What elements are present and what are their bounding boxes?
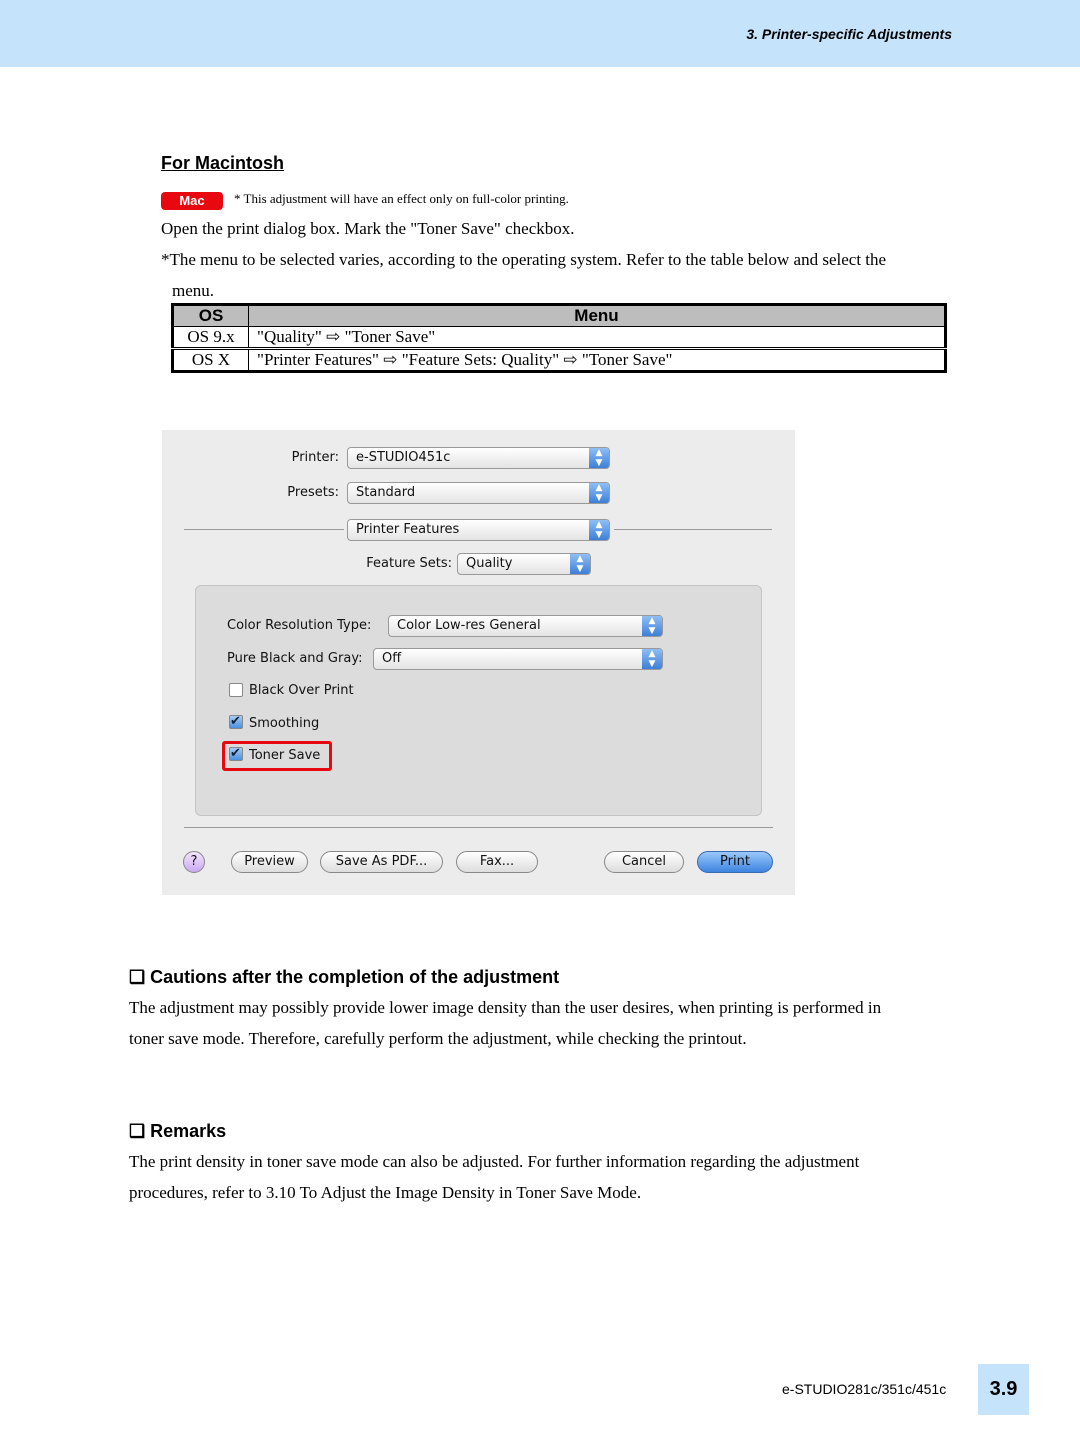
color-resolution-label: Color Resolution Type: (227, 618, 372, 633)
remarks-title: Remarks (150, 1121, 227, 1141)
printer-label: Printer: (291, 450, 339, 465)
panel-value: Printer Features (356, 522, 460, 537)
column-header-os: OS (172, 304, 249, 327)
black-over-print-label: Black Over Print (249, 683, 354, 698)
pure-black-gray-label: Pure Black and Gray: (227, 651, 363, 666)
print-dialog-screenshot: Printer: e-STUDIO451c ▲ ▼ Presets: Standar… (162, 430, 795, 895)
popup-arrows-icon: ▲ ▼ (642, 649, 662, 669)
save-as-pdf-button[interactable]: Save As PDF... (320, 851, 443, 873)
color-resolution-select[interactable]: Color Low-res General ▲ ▼ (388, 615, 663, 637)
checkmark-icon: ✔ (230, 714, 241, 729)
smoothing-checkbox[interactable]: ✔ (229, 715, 243, 729)
printer-value: e-STUDIO451c (356, 450, 451, 465)
section-title-macintosh: For Macintosh (161, 153, 285, 173)
cautions-heading: ❑ Cautions after the completion of the a… (129, 967, 559, 988)
feature-sets-select[interactable]: Quality ▲ ▼ (457, 553, 591, 575)
print-button[interactable]: Print (697, 851, 773, 873)
popup-arrows-icon: ▲ ▼ (589, 448, 609, 468)
divider (184, 529, 344, 530)
preview-button[interactable]: Preview (231, 851, 308, 873)
remarks-text-cont: procedures, refer to 3.10 To Adjust the … (129, 1183, 642, 1202)
menu-note: *The menu to be selected varies, accordi… (161, 250, 887, 269)
instruction-text: Open the print dialog box. Mark the "Ton… (161, 219, 575, 238)
presets-label: Presets: (287, 485, 339, 500)
full-color-note: * This adjustment will have an effect on… (234, 191, 569, 206)
popup-arrows-icon: ▲ ▼ (589, 483, 609, 503)
remarks-text: The print density in toner save mode can… (129, 1152, 860, 1171)
remarks-heading: ❑ Remarks (129, 1121, 226, 1142)
table-row: OS 9.x "Quality" ⇨ "Toner Save" (172, 326, 946, 349)
cautions-text: The adjustment may possibly provide lowe… (129, 998, 882, 1017)
column-header-menu: Menu (248, 304, 946, 327)
popup-arrows-icon: ▲ ▼ (570, 554, 590, 574)
cautions-text-cont: toner save mode. Therefore, carefully pe… (129, 1029, 747, 1048)
panel-select[interactable]: Printer Features ▲ ▼ (347, 519, 610, 541)
toner-save-label: Toner Save (249, 748, 321, 763)
footer-model: e-STUDIO281c/351c/451c (782, 1381, 947, 1397)
presets-value: Standard (356, 485, 416, 500)
printer-select[interactable]: e-STUDIO451c ▲ ▼ (347, 447, 610, 469)
popup-arrows-icon: ▲ ▼ (642, 616, 662, 636)
pure-black-gray-select[interactable]: Off ▲ ▼ (373, 648, 663, 670)
help-button[interactable]: ? (183, 851, 205, 873)
mac-badge: Mac (161, 192, 223, 210)
toner-save-checkbox[interactable]: ✔ (229, 747, 243, 761)
cautions-title: Cautions after the completion of the adj… (150, 967, 560, 987)
chapter-title: 3. Printer-specific Adjustments (746, 26, 952, 42)
page-header: 3. Printer-specific Adjustments (0, 0, 1080, 67)
presets-select[interactable]: Standard ▲ ▼ (347, 482, 610, 504)
divider (614, 529, 772, 530)
color-resolution-value: Color Low-res General (397, 618, 541, 633)
feature-sets-label: Feature Sets: (366, 556, 452, 571)
menu-note-cont: menu. (172, 281, 215, 300)
popup-arrows-icon: ▲ ▼ (589, 520, 609, 540)
feature-sets-value: Quality (466, 556, 513, 571)
fax-button[interactable]: Fax... (456, 851, 538, 873)
os-cell: OS 9.x (172, 326, 249, 349)
menu-cell: "Quality" ⇨ "Toner Save" (248, 326, 946, 349)
page-number: 3.9 (978, 1364, 1029, 1415)
black-over-print-checkbox[interactable] (229, 683, 243, 697)
smoothing-label: Smoothing (249, 716, 320, 731)
checkbox-bullet-icon: ❑ (129, 967, 151, 987)
menu-cell: "Printer Features" ⇨ "Feature Sets: Qual… (248, 348, 946, 372)
options-group-box: Color Resolution Type: Color Low-res Gen… (195, 585, 762, 816)
cancel-button[interactable]: Cancel (604, 851, 684, 873)
table-header-row: OS Menu (172, 304, 946, 327)
os-menu-table: OS Menu OS 9.x "Quality" ⇨ "Toner Save" OS… (171, 303, 947, 373)
os-cell: OS X (172, 348, 249, 372)
checkmark-icon: ✔ (230, 746, 241, 761)
divider (184, 827, 773, 828)
pure-black-gray-value: Off (382, 651, 402, 666)
checkbox-bullet-icon: ❑ (129, 1121, 151, 1141)
table-row: OS X "Printer Features" ⇨ "Feature Sets: … (172, 348, 946, 372)
